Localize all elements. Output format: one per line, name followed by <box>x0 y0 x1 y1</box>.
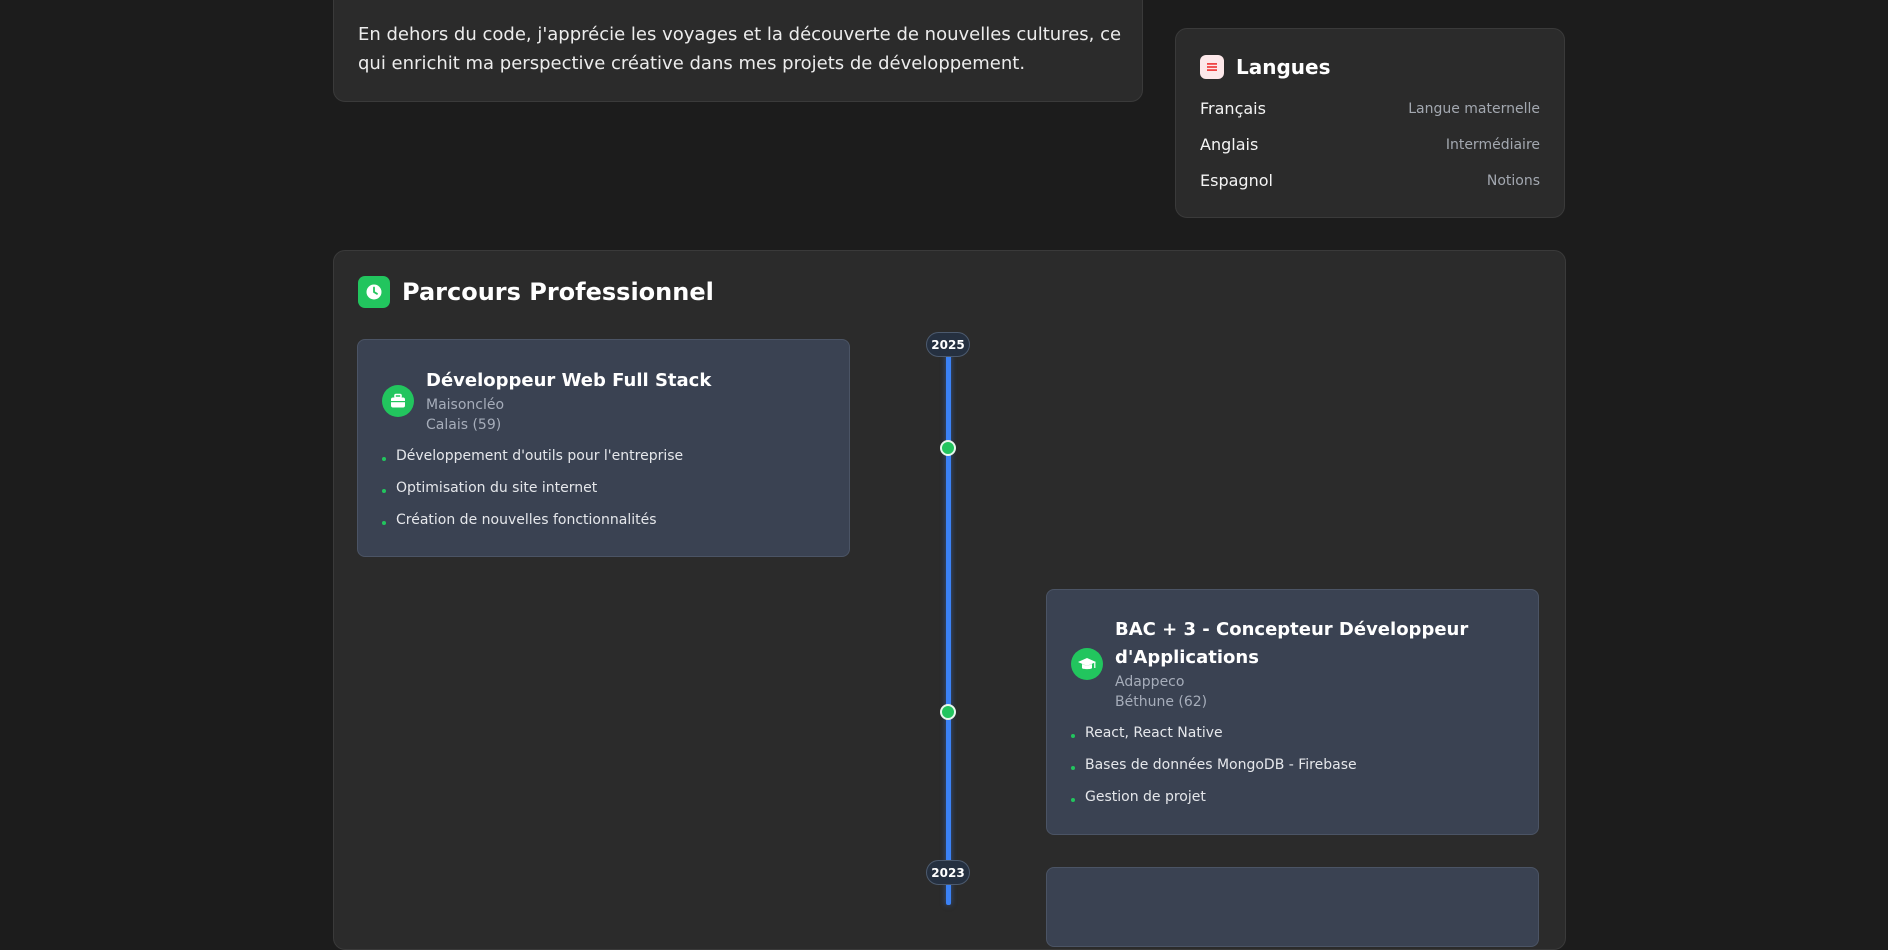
list-item-text: React, React Native <box>1085 725 1223 741</box>
list-item: Gestion de projet <box>1071 781 1357 813</box>
language-row: Espagnol Notions <box>1200 171 1540 190</box>
timeline-line <box>946 345 951 905</box>
experience-list: React, React Native Bases de données Mon… <box>1071 717 1357 813</box>
bullet-icon <box>1071 766 1075 770</box>
timeline-dot <box>940 440 956 456</box>
experience-list: Développement d'outils pour l'entreprise… <box>382 440 683 536</box>
experience-location: Calais (59) <box>426 417 502 433</box>
experience-card: Développeur Web Full Stack Maisoncléo Ca… <box>357 339 850 557</box>
experience-title: BAC + 3 - Concepteur Développeur d'Appli… <box>1115 619 1469 668</box>
list-item: Optimisation du site internet <box>382 472 683 504</box>
language-name: Français <box>1200 99 1266 118</box>
year-badge: 2025 <box>926 332 970 357</box>
bullet-icon <box>1071 734 1075 738</box>
language-row: Français Langue maternelle <box>1200 99 1540 118</box>
list-item-text: Création de nouvelles fonctionnalités <box>396 512 657 528</box>
experience-title: Développeur Web Full Stack <box>426 370 712 391</box>
clock-icon <box>358 276 390 308</box>
languages-card: Langues Français Langue maternelle Angla… <box>1175 28 1565 218</box>
list-item-text: Gestion de projet <box>1085 789 1206 805</box>
languages-title: Langues <box>1236 55 1331 79</box>
year-badge: 2023 <box>926 860 970 885</box>
list-item: Bases de données MongoDB - Firebase <box>1071 749 1357 781</box>
language-level: Notions <box>1486 172 1540 189</box>
about-text: En dehors du code, j'apprécie les voyage… <box>358 24 1122 74</box>
timeline-title: Parcours Professionnel <box>402 278 714 306</box>
language-level: Intermédiaire <box>1445 136 1540 153</box>
list-item-text: Bases de données MongoDB - Firebase <box>1085 757 1357 773</box>
language-row: Anglais Intermédiaire <box>1200 135 1540 154</box>
language-level: Langue maternelle <box>1408 100 1540 117</box>
timeline-dot <box>940 704 956 720</box>
briefcase-icon <box>382 385 414 417</box>
language-name: Espagnol <box>1200 171 1273 190</box>
bullet-icon <box>1071 798 1075 802</box>
list-item: Développement d'outils pour l'entreprise <box>382 440 683 472</box>
experience-company: Maisoncléo <box>426 397 505 413</box>
language-name: Anglais <box>1200 135 1259 154</box>
experience-location: Béthune (62) <box>1115 694 1208 710</box>
experience-header: Développeur Web Full Stack Maisoncléo Ca… <box>382 367 806 435</box>
list-item: Création de nouvelles fonctionnalités <box>382 504 683 536</box>
bullet-icon <box>382 521 386 525</box>
about-card: En dehors du code, j'apprécie les voyage… <box>333 0 1143 102</box>
list-item: React, React Native <box>1071 717 1357 749</box>
bullet-icon <box>382 489 386 493</box>
bullet-icon <box>382 457 386 461</box>
languages-header: Langues <box>1200 55 1331 79</box>
experience-card <box>1046 867 1539 947</box>
list-item-text: Optimisation du site internet <box>396 480 598 496</box>
experience-company: Adappeco <box>1115 674 1185 690</box>
graduation-cap-icon <box>1071 648 1103 680</box>
list-item-text: Développement d'outils pour l'entreprise <box>396 448 684 464</box>
timeline-header: Parcours Professionnel <box>358 276 714 308</box>
experience-card: BAC + 3 - Concepteur Développeur d'Appli… <box>1046 589 1539 835</box>
experience-header: BAC + 3 - Concepteur Développeur d'Appli… <box>1071 616 1495 712</box>
list-icon <box>1200 55 1224 79</box>
